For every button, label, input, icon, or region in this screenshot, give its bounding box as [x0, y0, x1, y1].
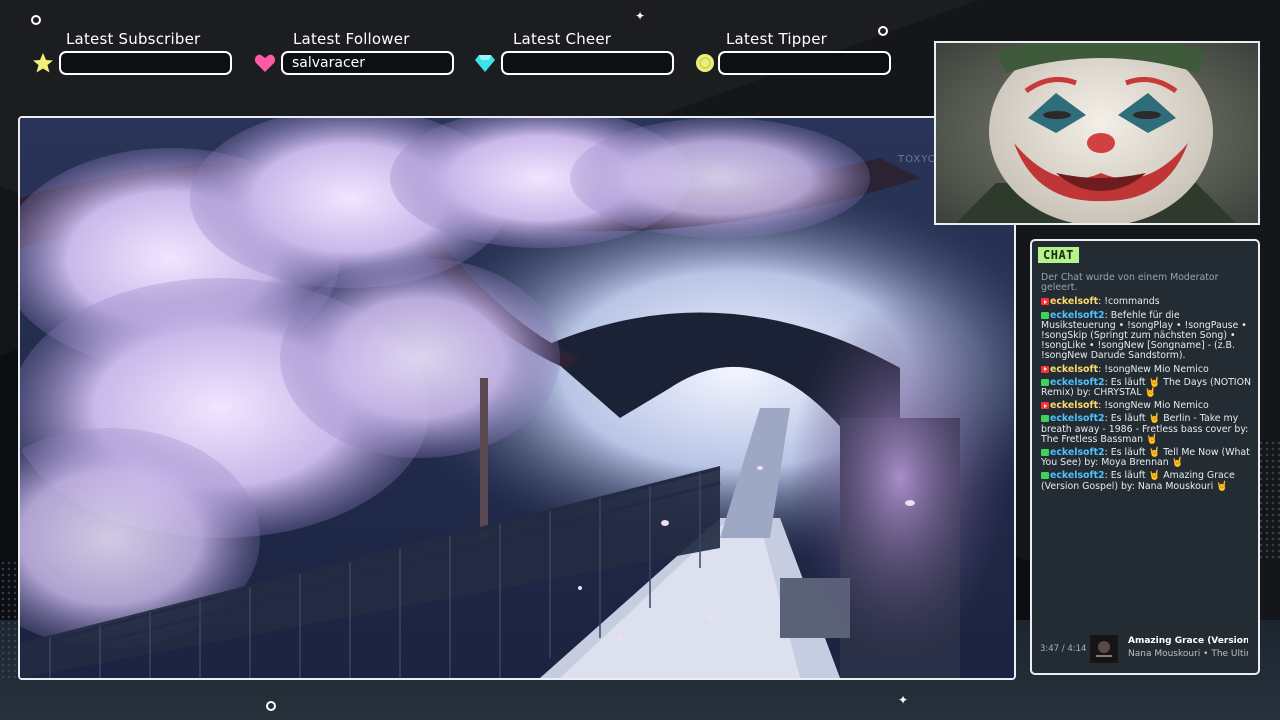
chat-message: eckelsoft: !commands [1041, 297, 1253, 307]
alert-label: Latest Subscriber [66, 30, 201, 48]
now-playing-time: 3:47 / 4:14 [1040, 644, 1087, 654]
moderator-badge-icon [1041, 415, 1049, 423]
webcam-face-image [936, 43, 1258, 223]
star-icon [33, 53, 53, 73]
chat-text: : !songNew Mio Nemico [1098, 400, 1209, 412]
chat-message: eckelsoft2: Es läuft 🤘 Amazing Grace (Ve… [1041, 471, 1253, 491]
now-playing-artist: Nana Mouskouri • The Ultin [1128, 649, 1248, 659]
alert-label: Latest Cheer [513, 30, 612, 48]
stream-scene-video: TOXYC [18, 116, 1016, 680]
alert-value-box [718, 51, 891, 75]
chat-message: eckelsoft2: Befehle für die Musiksteueru… [1041, 310, 1253, 362]
chat-panel: CHAT Der Chat wurde von einem Moderator … [1030, 239, 1260, 675]
chat-username[interactable]: eckelsoft [1050, 296, 1098, 307]
chat-text: : !songNew Mio Nemico [1098, 363, 1209, 375]
chat-title: CHAT [1038, 247, 1079, 263]
chat-username[interactable]: eckelsoft [1050, 364, 1098, 375]
youtube-icon [1041, 402, 1049, 410]
moderator-badge-icon [1041, 449, 1049, 457]
sparkle-ring-icon [266, 701, 276, 711]
alert-latest-tipper: Latest Tipper [694, 30, 894, 75]
chat-cleared-notice: Der Chat wurde von einem Moderator gelee… [1041, 272, 1219, 294]
alert-label: Latest Follower [293, 30, 410, 48]
youtube-icon [1041, 365, 1049, 373]
webcam-feed [934, 41, 1260, 225]
moderator-badge-icon [1041, 472, 1049, 480]
moderator-badge-icon [1041, 311, 1049, 319]
now-playing-title: Amazing Grace (Version ... [1128, 636, 1248, 646]
alert-value-box [501, 51, 674, 75]
now-playing-widget: 3:47 / 4:14 Amazing Grace (Version ... N… [1032, 633, 1258, 665]
youtube-icon [1041, 298, 1049, 306]
coin-icon [696, 54, 714, 72]
album-art-image [1090, 635, 1118, 663]
alert-value-box: salvaracer [281, 51, 454, 75]
chat-message: eckelsoft2: Es läuft 🤘 The Days (NOTION … [1041, 377, 1253, 398]
alert-value-box [59, 51, 232, 75]
sparkle-cross-icon: ✦ [635, 9, 646, 23]
chat-message: eckelsoft: !songNew Mio Nemico [1041, 401, 1253, 411]
watermark: TOXYC [898, 154, 936, 165]
gem-icon [475, 55, 495, 72]
moderator-badge-icon [1041, 378, 1049, 386]
chat-message-list[interactable]: Der Chat wurde von einem Moderator gelee… [1041, 272, 1253, 495]
chat-username[interactable]: eckelsoft [1050, 400, 1098, 411]
album-art [1090, 635, 1118, 663]
alert-latest-cheer: Latest Cheer [474, 30, 674, 75]
cherry-blossom-illustration [20, 118, 1014, 678]
heart-icon [254, 54, 276, 72]
sparkle-cross-icon: ✦ [898, 693, 909, 707]
chat-message: eckelsoft2: Es läuft 🤘 Berlin - Take my … [1041, 414, 1253, 445]
chat-text: : !commands [1098, 296, 1160, 308]
sparkle-ring-icon [31, 15, 41, 25]
alert-latest-subscriber: Latest Subscriber [32, 30, 232, 75]
chat-message: eckelsoft2: Es läuft 🤘 Tell Me Now (What… [1041, 447, 1253, 468]
alert-label: Latest Tipper [726, 30, 828, 48]
alert-latest-follower: Latest Follower salvaracer [254, 30, 454, 75]
chat-message: eckelsoft: !songNew Mio Nemico [1041, 363, 1253, 375]
